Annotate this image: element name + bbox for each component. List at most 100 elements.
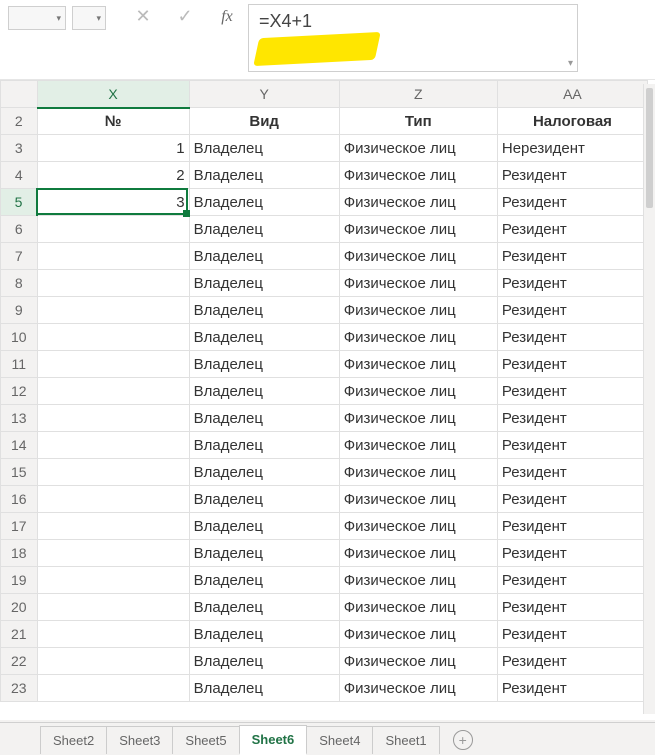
tab-sheet1[interactable]: Sheet1 [372, 726, 439, 754]
cell-AA15[interactable]: Резидент [497, 459, 647, 486]
cell-AA23[interactable]: Резидент [497, 675, 647, 702]
tab-sheet5[interactable]: Sheet5 [172, 726, 239, 754]
cell-Z21[interactable]: Физическое лиц [339, 621, 497, 648]
tab-sheet4[interactable]: Sheet4 [306, 726, 373, 754]
row-header-8[interactable]: 8 [1, 270, 38, 297]
cell-Y19[interactable]: Владелец [189, 567, 339, 594]
fx-button[interactable]: fx [216, 8, 238, 26]
cell-AA12[interactable]: Резидент [497, 378, 647, 405]
tab-sheet3[interactable]: Sheet3 [106, 726, 173, 754]
cell-AA19[interactable]: Резидент [497, 567, 647, 594]
tab-sheet2[interactable]: Sheet2 [40, 726, 107, 754]
cell-AA20[interactable]: Резидент [497, 594, 647, 621]
cell-Z2[interactable]: Тип [339, 108, 497, 135]
cell-X22[interactable] [37, 648, 189, 675]
row-header-5[interactable]: 5 [1, 189, 38, 216]
cell-Z8[interactable]: Физическое лиц [339, 270, 497, 297]
cell-Z19[interactable]: Физическое лиц [339, 567, 497, 594]
cell-Y23[interactable]: Владелец [189, 675, 339, 702]
cell-AA8[interactable]: Резидент [497, 270, 647, 297]
cell-Z22[interactable]: Физическое лиц [339, 648, 497, 675]
row-header-22[interactable]: 22 [1, 648, 38, 675]
cell-X16[interactable] [37, 486, 189, 513]
row-header-23[interactable]: 23 [1, 675, 38, 702]
cell-Y7[interactable]: Владелец [189, 243, 339, 270]
row-header-11[interactable]: 11 [1, 351, 38, 378]
row-header-3[interactable]: 3 [1, 135, 38, 162]
scrollbar-thumb[interactable] [646, 88, 653, 208]
cell-Y10[interactable]: Владелец [189, 324, 339, 351]
cell-Y12[interactable]: Владелец [189, 378, 339, 405]
cell-AA16[interactable]: Резидент [497, 486, 647, 513]
row-header-19[interactable]: 19 [1, 567, 38, 594]
cancel-formula-button[interactable]: ✕ [132, 6, 154, 27]
row-header-10[interactable]: 10 [1, 324, 38, 351]
row-header-14[interactable]: 14 [1, 432, 38, 459]
cell-X8[interactable] [37, 270, 189, 297]
cell-AA9[interactable]: Резидент [497, 297, 647, 324]
cell-Z4[interactable]: Физическое лиц [339, 162, 497, 189]
row-header-18[interactable]: 18 [1, 540, 38, 567]
cell-AA4[interactable]: Резидент [497, 162, 647, 189]
row-header-13[interactable]: 13 [1, 405, 38, 432]
cell-X7[interactable] [37, 243, 189, 270]
cell-X12[interactable] [37, 378, 189, 405]
cell-Y16[interactable]: Владелец [189, 486, 339, 513]
cell-X10[interactable] [37, 324, 189, 351]
cell-X21[interactable] [37, 621, 189, 648]
cell-Y14[interactable]: Владелец [189, 432, 339, 459]
cell-Z9[interactable]: Физическое лиц [339, 297, 497, 324]
row-header-21[interactable]: 21 [1, 621, 38, 648]
cell-Z5[interactable]: Физическое лиц [339, 189, 497, 216]
cell-AA14[interactable]: Резидент [497, 432, 647, 459]
row-header-12[interactable]: 12 [1, 378, 38, 405]
cell-AA22[interactable]: Резидент [497, 648, 647, 675]
cell-Y13[interactable]: Владелец [189, 405, 339, 432]
cell-X18[interactable] [37, 540, 189, 567]
cell-Y2[interactable]: Вид [189, 108, 339, 135]
cell-X15[interactable] [37, 459, 189, 486]
toolbar-dropdown-1[interactable]: ▾ [8, 6, 66, 30]
cell-Z11[interactable]: Физическое лиц [339, 351, 497, 378]
toolbar-dropdown-2[interactable]: ▾ [72, 6, 106, 30]
cell-Y18[interactable]: Владелец [189, 540, 339, 567]
cell-X9[interactable] [37, 297, 189, 324]
row-header-4[interactable]: 4 [1, 162, 38, 189]
tab-sheet6[interactable]: Sheet6 [239, 725, 308, 755]
cell-Z3[interactable]: Физическое лиц [339, 135, 497, 162]
cell-Y4[interactable]: Владелец [189, 162, 339, 189]
column-header-X[interactable]: X [37, 81, 189, 108]
cell-AA21[interactable]: Резидент [497, 621, 647, 648]
cell-Z10[interactable]: Физическое лиц [339, 324, 497, 351]
row-header-6[interactable]: 6 [1, 216, 38, 243]
cell-Y3[interactable]: Владелец [189, 135, 339, 162]
cell-Y17[interactable]: Владелец [189, 513, 339, 540]
cell-Z14[interactable]: Физическое лиц [339, 432, 497, 459]
new-sheet-button[interactable]: + [453, 730, 473, 750]
cell-AA17[interactable]: Резидент [497, 513, 647, 540]
cell-X13[interactable] [37, 405, 189, 432]
cell-X23[interactable] [37, 675, 189, 702]
column-header-Y[interactable]: Y [189, 81, 339, 108]
cell-Z20[interactable]: Физическое лиц [339, 594, 497, 621]
select-all-corner[interactable] [1, 81, 38, 108]
cell-Y11[interactable]: Владелец [189, 351, 339, 378]
cell-X19[interactable] [37, 567, 189, 594]
row-header-2[interactable]: 2 [1, 108, 38, 135]
row-header-9[interactable]: 9 [1, 297, 38, 324]
accept-formula-button[interactable]: ✓ [174, 6, 196, 27]
cell-X4[interactable]: 2 [37, 162, 189, 189]
cell-Z6[interactable]: Физическое лиц [339, 216, 497, 243]
chevron-down-icon[interactable]: ▾ [568, 58, 573, 69]
cell-Y21[interactable]: Владелец [189, 621, 339, 648]
vertical-scrollbar[interactable] [643, 84, 655, 714]
cell-X20[interactable] [37, 594, 189, 621]
cell-Y8[interactable]: Владелец [189, 270, 339, 297]
cell-X14[interactable] [37, 432, 189, 459]
spreadsheet-grid[interactable]: XYZAA2№ВидТипНалоговая31ВладелецФизическ… [0, 80, 655, 720]
cell-X3[interactable]: 1 [37, 135, 189, 162]
cell-AA7[interactable]: Резидент [497, 243, 647, 270]
row-header-17[interactable]: 17 [1, 513, 38, 540]
cell-AA18[interactable]: Резидент [497, 540, 647, 567]
cell-X17[interactable] [37, 513, 189, 540]
